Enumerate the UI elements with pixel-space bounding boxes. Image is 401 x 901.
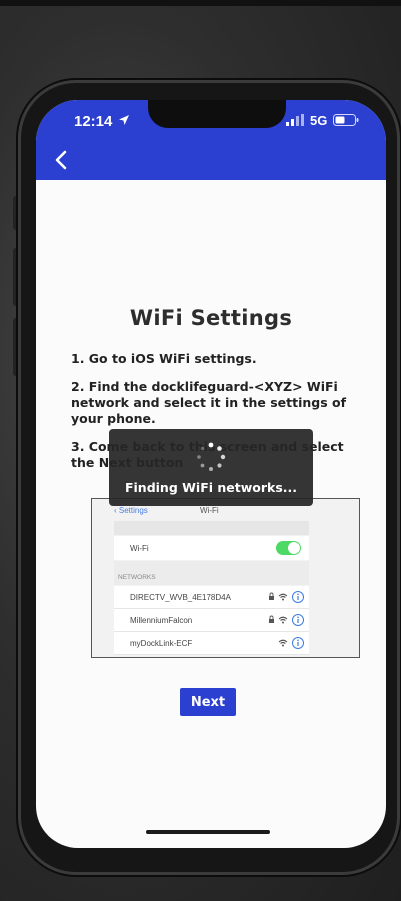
location-arrow-icon [119, 115, 129, 125]
network-name: myDockLink-ECF [130, 639, 193, 648]
home-indicator[interactable] [146, 830, 270, 834]
ios-wifi-screenshot: ‹ Settings Wi-Fi Wi-Fi NETWORKS DIRECTV_… [91, 498, 360, 658]
phone-screen: 12:14 5G WiFi Settings 1. Go to iOS WiFi… [36, 100, 386, 848]
page-title: WiFi Settings [129, 306, 293, 330]
loading-overlay: Finding WiFi networks... [109, 429, 313, 506]
wifi-toggle-row: Wi-Fi [114, 536, 309, 560]
lock-wifi-info-icons [269, 614, 304, 626]
screenshot-title: Wi-Fi [200, 506, 219, 515]
app-header: 12:14 5G [36, 100, 386, 180]
notch [148, 100, 286, 128]
chevron-left-icon[interactable] [54, 150, 68, 170]
screenshot-spacer [114, 521, 309, 535]
instruction-step-2: 2. Find the docklifeguard-<XYZ> WiFi net… [71, 379, 347, 426]
network-name: DIRECTV_WVB_4E178D4A [130, 593, 231, 602]
wifi-info-icons [278, 637, 304, 649]
wifi-toggle [276, 541, 301, 555]
status-time: 12:14 [74, 113, 113, 130]
network-type: 5G [310, 113, 328, 128]
network-name: MillenniumFalcon [130, 616, 193, 625]
battery-icon [333, 114, 359, 126]
network-row: DIRECTV_WVB_4E178D4A [114, 586, 309, 609]
instruction-step-1: 1. Go to iOS WiFi settings. [71, 351, 257, 366]
top-edge [0, 0, 401, 6]
wifi-label: Wi-Fi [130, 544, 149, 553]
next-button[interactable]: Next [180, 688, 236, 716]
signal-icon [286, 114, 304, 126]
loading-message: Finding WiFi networks... [124, 480, 298, 495]
networks-header: NETWORKS [114, 561, 309, 585]
screenshot-back-label: ‹ Settings [114, 506, 148, 515]
network-row: myDockLink-ECF [114, 632, 309, 655]
spinner-icon [197, 442, 226, 471]
lock-wifi-info-icons [269, 591, 304, 603]
network-row: MillenniumFalcon [114, 609, 309, 632]
